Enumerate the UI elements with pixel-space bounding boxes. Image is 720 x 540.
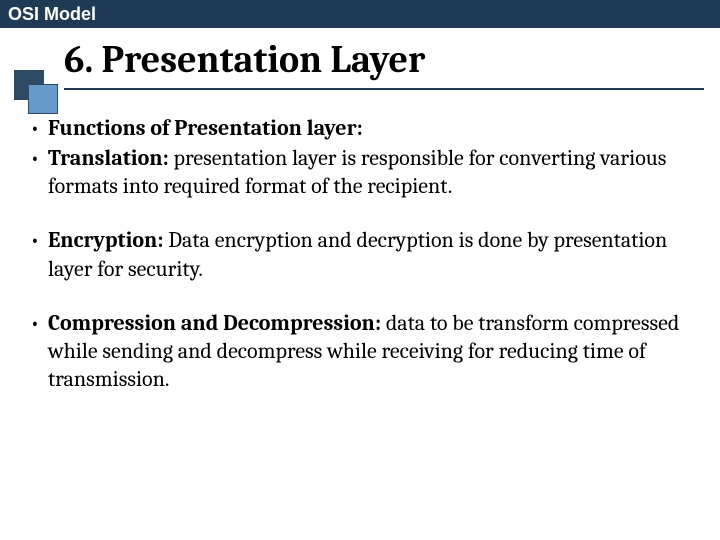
bullet-bold: Functions of Presentation layer: xyxy=(48,115,363,141)
title-squares-icon xyxy=(14,70,64,110)
header-bar: OSI Model xyxy=(0,0,720,28)
bullet-item: Encryption: Data encryption and decrypti… xyxy=(30,226,690,282)
bullet-item: Functions of Presentation layer: xyxy=(30,114,690,142)
bullet-item: Translation: presentation layer is respo… xyxy=(30,144,690,200)
header-title: OSI Model xyxy=(8,4,96,25)
bullet-bold: Compression and Decompression: xyxy=(48,310,381,336)
bullet-bold: Encryption: xyxy=(48,227,163,253)
bullet-bold: Translation: xyxy=(48,145,169,171)
title-area: 6. Presentation Layer xyxy=(14,38,700,90)
slide-title: 6. Presentation Layer xyxy=(64,38,704,90)
slide-content: Functions of Presentation layer: Transla… xyxy=(30,114,690,393)
bullet-item: Compression and Decompression: data to b… xyxy=(30,309,690,393)
